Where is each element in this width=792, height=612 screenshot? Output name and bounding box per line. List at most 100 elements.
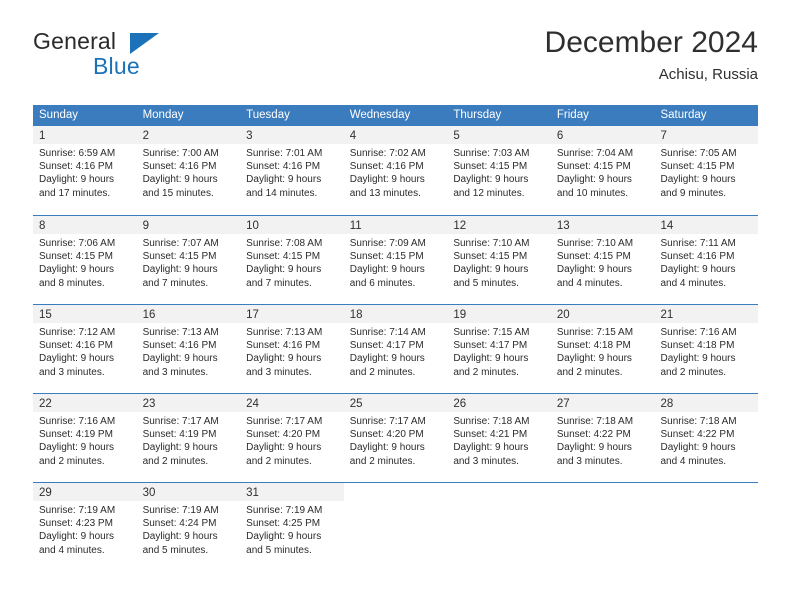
sunrise-text: Sunrise: 7:06 AM [39, 238, 116, 249]
day-cell[interactable]: 7 Sunrise: 7:05 AM Sunset: 4:15 PM Dayli… [654, 126, 759, 215]
sunset-text: Sunset: 4:18 PM [556, 340, 631, 352]
sunset-text: Sunset: 4:17 PM [349, 340, 424, 352]
day-number-band: 12 [447, 216, 551, 234]
day-cell[interactable]: 5 Sunrise: 7:03 AM Sunset: 4:15 PM Dayli… [447, 126, 551, 215]
daylight-text-line2: and 2 minutes. [142, 455, 209, 467]
sunset-text: Sunset: 4:16 PM [246, 161, 321, 173]
day-cell[interactable]: 17 Sunrise: 7:13 AM Sunset: 4:16 PM Dayl… [240, 305, 344, 393]
day-number: 2 [142, 130, 149, 142]
calendar-grid: Sunday Monday Tuesday Wednesday Thursday… [33, 105, 759, 571]
day-number-band: 31 [240, 483, 344, 501]
day-cell[interactable]: 31 Sunrise: 7:19 AM Sunset: 4:25 PM Dayl… [240, 483, 344, 571]
day-number-band: 24 [240, 394, 344, 412]
day-number-band: 15 [33, 305, 137, 323]
week-row: 22 Sunrise: 7:16 AM Sunset: 4:19 PM Dayl… [33, 393, 759, 482]
daylight-text-line2: and 14 minutes. [246, 187, 318, 199]
day-number-band: 23 [136, 394, 241, 412]
weekday-header-wednesday: Wednesday [349, 109, 411, 121]
day-cell[interactable]: 2 Sunrise: 7:00 AM Sunset: 4:16 PM Dayli… [136, 126, 241, 215]
sunrise-text: Sunrise: 7:14 AM [349, 327, 426, 338]
sunrise-text: Sunrise: 7:17 AM [142, 416, 219, 427]
sunrise-text: Sunrise: 7:10 AM [453, 238, 530, 249]
sunrise-text: Sunrise: 7:16 AM [660, 327, 737, 338]
day-details: Sunrise: 7:10 AM Sunset: 4:15 PM Dayligh… [447, 234, 551, 290]
sunset-text: Sunset: 4:20 PM [349, 429, 424, 441]
day-cell[interactable]: 14 Sunrise: 7:11 AM Sunset: 4:16 PM Dayl… [654, 216, 759, 304]
daylight-text-line1: Daylight: 9 hours [246, 353, 322, 365]
day-cell[interactable]: 21 Sunrise: 7:16 AM Sunset: 4:18 PM Dayl… [654, 305, 759, 393]
day-number-band [343, 483, 448, 501]
day-cell[interactable]: 28 Sunrise: 7:18 AM Sunset: 4:22 PM Dayl… [654, 394, 759, 482]
day-number-band: 3 [240, 126, 344, 144]
daylight-text-line1: Daylight: 9 hours [556, 353, 632, 365]
daylight-text-line1: Daylight: 9 hours [453, 353, 529, 365]
day-cell[interactable]: 25 Sunrise: 7:17 AM Sunset: 4:20 PM Dayl… [343, 394, 448, 482]
weekday-header-thursday: Thursday [453, 109, 502, 121]
day-details: Sunrise: 7:09 AM Sunset: 4:15 PM Dayligh… [344, 234, 448, 290]
logo-triangle-icon [130, 33, 159, 54]
day-cell[interactable]: 11 Sunrise: 7:09 AM Sunset: 4:15 PM Dayl… [343, 216, 448, 304]
week-row: 8 Sunrise: 7:06 AM Sunset: 4:15 PM Dayli… [33, 215, 759, 304]
day-cell[interactable]: 1 Sunrise: 6:59 AM Sunset: 4:16 PM Dayli… [33, 126, 137, 215]
day-cell[interactable]: 6 Sunrise: 7:04 AM Sunset: 4:15 PM Dayli… [550, 126, 655, 215]
day-number: 24 [246, 398, 259, 410]
daylight-text-line2: and 5 minutes. [453, 277, 519, 289]
sunset-text: Sunset: 4:16 PM [246, 340, 321, 352]
day-cell[interactable]: 19 Sunrise: 7:15 AM Sunset: 4:17 PM Dayl… [447, 305, 551, 393]
daylight-text-line1: Daylight: 9 hours [142, 174, 218, 186]
day-cell[interactable]: 8 Sunrise: 7:06 AM Sunset: 4:15 PM Dayli… [33, 216, 137, 304]
day-cell[interactable]: 18 Sunrise: 7:14 AM Sunset: 4:17 PM Dayl… [343, 305, 448, 393]
sunset-text: Sunset: 4:17 PM [453, 340, 528, 352]
day-number: 29 [39, 487, 52, 499]
sunrise-text: Sunrise: 7:10 AM [556, 238, 634, 249]
sunrise-text: Sunrise: 7:13 AM [246, 327, 323, 338]
day-cell-empty [343, 483, 448, 571]
day-cell[interactable]: 3 Sunrise: 7:01 AM Sunset: 4:16 PM Dayli… [240, 126, 344, 215]
day-cell[interactable]: 12 Sunrise: 7:10 AM Sunset: 4:15 PM Dayl… [447, 216, 551, 304]
daylight-text-line2: and 2 minutes. [453, 366, 519, 378]
day-number-band: 5 [447, 126, 551, 144]
sunset-text: Sunset: 4:15 PM [453, 161, 528, 173]
day-cell[interactable]: 22 Sunrise: 7:16 AM Sunset: 4:19 PM Dayl… [33, 394, 137, 482]
day-cell[interactable]: 30 Sunrise: 7:19 AM Sunset: 4:24 PM Dayl… [136, 483, 241, 571]
sunrise-text: Sunrise: 7:15 AM [556, 327, 634, 338]
sunrise-text: Sunrise: 7:11 AM [660, 238, 736, 249]
day-number-band: 2 [136, 126, 241, 144]
day-number: 18 [349, 309, 363, 321]
daylight-text-line1: Daylight: 9 hours [142, 531, 218, 543]
day-cell[interactable]: 15 Sunrise: 7:12 AM Sunset: 4:16 PM Dayl… [33, 305, 137, 393]
day-cell[interactable]: 13 Sunrise: 7:10 AM Sunset: 4:15 PM Dayl… [550, 216, 655, 304]
sunset-text: Sunset: 4:18 PM [660, 340, 735, 352]
day-cell[interactable]: 4 Sunrise: 7:02 AM Sunset: 4:16 PM Dayli… [343, 126, 448, 215]
day-cell[interactable]: 20 Sunrise: 7:15 AM Sunset: 4:18 PM Dayl… [550, 305, 655, 393]
general-blue-logo: General Blue [33, 28, 253, 88]
sunrise-text: Sunrise: 7:00 AM [142, 148, 219, 159]
day-cell[interactable]: 24 Sunrise: 7:17 AM Sunset: 4:20 PM Dayl… [240, 394, 344, 482]
daylight-text-line1: Daylight: 9 hours [453, 442, 529, 454]
day-number-band: 28 [654, 394, 759, 412]
daylight-text-line2: and 2 minutes. [349, 366, 416, 378]
sunrise-text: Sunrise: 6:59 AM [39, 148, 116, 159]
day-cell[interactable]: 27 Sunrise: 7:18 AM Sunset: 4:22 PM Dayl… [550, 394, 655, 482]
day-cell[interactable]: 9 Sunrise: 7:07 AM Sunset: 4:15 PM Dayli… [136, 216, 241, 304]
daylight-text-line2: and 5 minutes. [246, 544, 312, 556]
day-number: 19 [453, 309, 467, 321]
day-cell[interactable]: 10 Sunrise: 7:08 AM Sunset: 4:15 PM Dayl… [240, 216, 344, 304]
day-details: Sunrise: 7:01 AM Sunset: 4:16 PM Dayligh… [240, 144, 344, 200]
day-details: Sunrise: 7:19 AM Sunset: 4:25 PM Dayligh… [240, 501, 344, 557]
day-number: 17 [246, 309, 259, 321]
day-number: 10 [246, 220, 259, 232]
day-details: Sunrise: 7:02 AM Sunset: 4:16 PM Dayligh… [344, 144, 448, 200]
daylight-text-line2: and 2 minutes. [349, 455, 416, 467]
day-number: 5 [453, 130, 460, 142]
day-cell[interactable]: 26 Sunrise: 7:18 AM Sunset: 4:21 PM Dayl… [447, 394, 551, 482]
day-cell[interactable]: 16 Sunrise: 7:13 AM Sunset: 4:16 PM Dayl… [136, 305, 241, 393]
day-cell[interactable]: 23 Sunrise: 7:17 AM Sunset: 4:19 PM Dayl… [136, 394, 241, 482]
day-details: Sunrise: 7:11 AM Sunset: 4:16 PM Dayligh… [654, 234, 758, 290]
day-details: Sunrise: 7:19 AM Sunset: 4:24 PM Dayligh… [137, 501, 241, 557]
daylight-text-line1: Daylight: 9 hours [142, 442, 218, 454]
sunset-text: Sunset: 4:15 PM [39, 251, 113, 263]
day-number: 7 [660, 130, 667, 142]
day-cell[interactable]: 29 Sunrise: 7:19 AM Sunset: 4:23 PM Dayl… [33, 483, 137, 571]
day-number-band: 22 [33, 394, 137, 412]
